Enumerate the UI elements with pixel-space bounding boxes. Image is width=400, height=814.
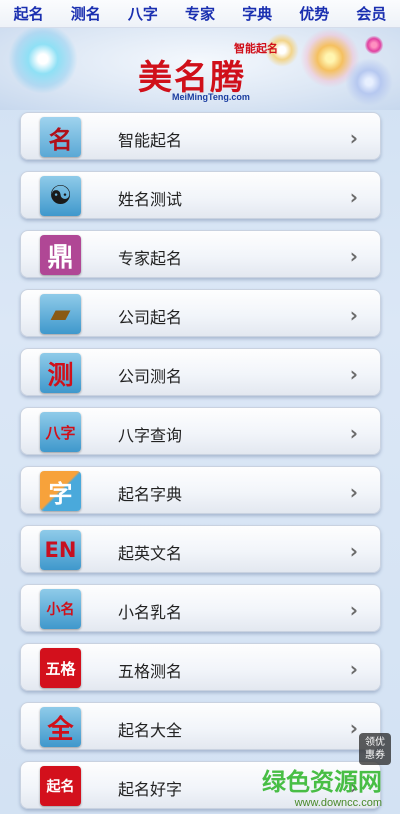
chevron-right-icon: › — [349, 244, 358, 268]
nav-zhuanjia[interactable]: 专家 — [185, 3, 215, 24]
chevron-right-icon: › — [349, 303, 358, 327]
menu-item-xiaoming-ruming[interactable]: 小名 小名乳名 › — [20, 584, 381, 632]
header-banner: 智能起名 美名腾 MeiMingTeng.com — [0, 28, 400, 110]
nickname-icon: 小名 — [40, 589, 81, 629]
top-nav: 起名 测名 八字 专家 字典 优势 会员 — [0, 0, 400, 28]
logo: 智能起名 美名腾 MeiMingTeng.com — [138, 40, 278, 102]
menu-item-label: 起名好字 — [118, 780, 183, 799]
ce-icon: 测 — [40, 353, 81, 393]
menu-item-label: 起名大全 — [118, 721, 183, 740]
chevron-right-icon: › — [349, 421, 358, 445]
coupon-line1: 领优 — [365, 737, 385, 748]
menu-item-qiming-daquan[interactable]: 全 起名大全 › — [20, 702, 381, 750]
dictionary-icon: 字 — [40, 471, 81, 511]
chevron-right-icon: › — [349, 126, 358, 150]
nav-ceming[interactable]: 测名 — [71, 3, 101, 24]
menu-item-label: 智能起名 — [118, 131, 183, 150]
nav-youshi[interactable]: 优势 — [299, 3, 329, 24]
bazi-icon: 八字 — [40, 412, 81, 452]
encyclopedia-icon: 全 — [40, 707, 81, 747]
chevron-right-icon: › — [349, 657, 358, 681]
name-pen-icon: 名 — [40, 117, 81, 157]
watermark-url: www.downcc.com — [294, 797, 382, 809]
coupon-line2: 惠券 — [365, 750, 385, 761]
english-icon: EN — [40, 530, 81, 570]
yin-yang-icon: ☯ — [40, 176, 81, 216]
chevron-right-icon: › — [349, 539, 358, 563]
menu-item-zhineng-qiming[interactable]: 名 智能起名 › — [20, 112, 381, 160]
chevron-right-icon: › — [349, 480, 358, 504]
watermark-text: 绿色资源网 — [262, 768, 382, 796]
ding-seal-icon: 鼎 — [40, 235, 81, 275]
menu-item-label: 小名乳名 — [118, 603, 183, 622]
menu-item-label: 公司测名 — [118, 367, 183, 386]
coupon-button[interactable]: 领优 惠券 — [359, 733, 391, 765]
menu-item-bazi-chaxun[interactable]: 八字 八字查询 › — [20, 407, 381, 455]
nav-qiming[interactable]: 起名 — [14, 3, 44, 24]
menu-item-gongsi-qiming[interactable]: ▰ 公司起名 › — [20, 289, 381, 337]
menu-item-qi-yingwenming[interactable]: EN 起英文名 › — [20, 525, 381, 573]
firework-decoration — [345, 58, 393, 106]
menu-item-label: 起英文名 — [118, 544, 183, 563]
menu-item-label: 起名字典 — [118, 485, 183, 504]
nav-bazi[interactable]: 八字 — [128, 3, 158, 24]
menu-item-label: 五格测名 — [118, 662, 183, 681]
menu-item-wuge-ceming[interactable]: 五格 五格测名 › — [20, 643, 381, 691]
good-name-icon: 起名 — [40, 766, 81, 806]
logo-url: MeiMingTeng.com — [172, 92, 250, 102]
menu-item-xingming-ceshi[interactable]: ☯ 姓名测试 › — [20, 171, 381, 219]
firework-decoration — [8, 28, 78, 94]
nav-huiyuan[interactable]: 会员 — [356, 3, 386, 24]
menu-item-label: 八字查询 — [118, 426, 183, 445]
firework-decoration — [365, 36, 383, 54]
feature-menu: 名 智能起名 › ☯ 姓名测试 › 鼎 专家起名 › ▰ 公司起名 › 测 公司… — [20, 112, 381, 814]
wuge-icon: 五格 — [40, 648, 81, 688]
nav-zidian[interactable]: 字典 — [242, 3, 272, 24]
chevron-right-icon: › — [349, 185, 358, 209]
book-icon: ▰ — [40, 294, 81, 334]
menu-item-qiming-zidian[interactable]: 字 起名字典 › — [20, 466, 381, 514]
menu-item-label: 姓名测试 — [118, 190, 183, 209]
chevron-right-icon: › — [349, 716, 358, 740]
chevron-right-icon: › — [349, 362, 358, 386]
menu-item-gongsi-ceming[interactable]: 测 公司测名 › — [20, 348, 381, 396]
menu-item-label: 公司起名 — [118, 308, 183, 327]
watermark: 绿色资源网 www.downcc.com — [262, 762, 382, 809]
chevron-right-icon: › — [349, 598, 358, 622]
menu-item-label: 专家起名 — [118, 249, 183, 268]
menu-item-zhuanjia-qiming[interactable]: 鼎 专家起名 › — [20, 230, 381, 278]
